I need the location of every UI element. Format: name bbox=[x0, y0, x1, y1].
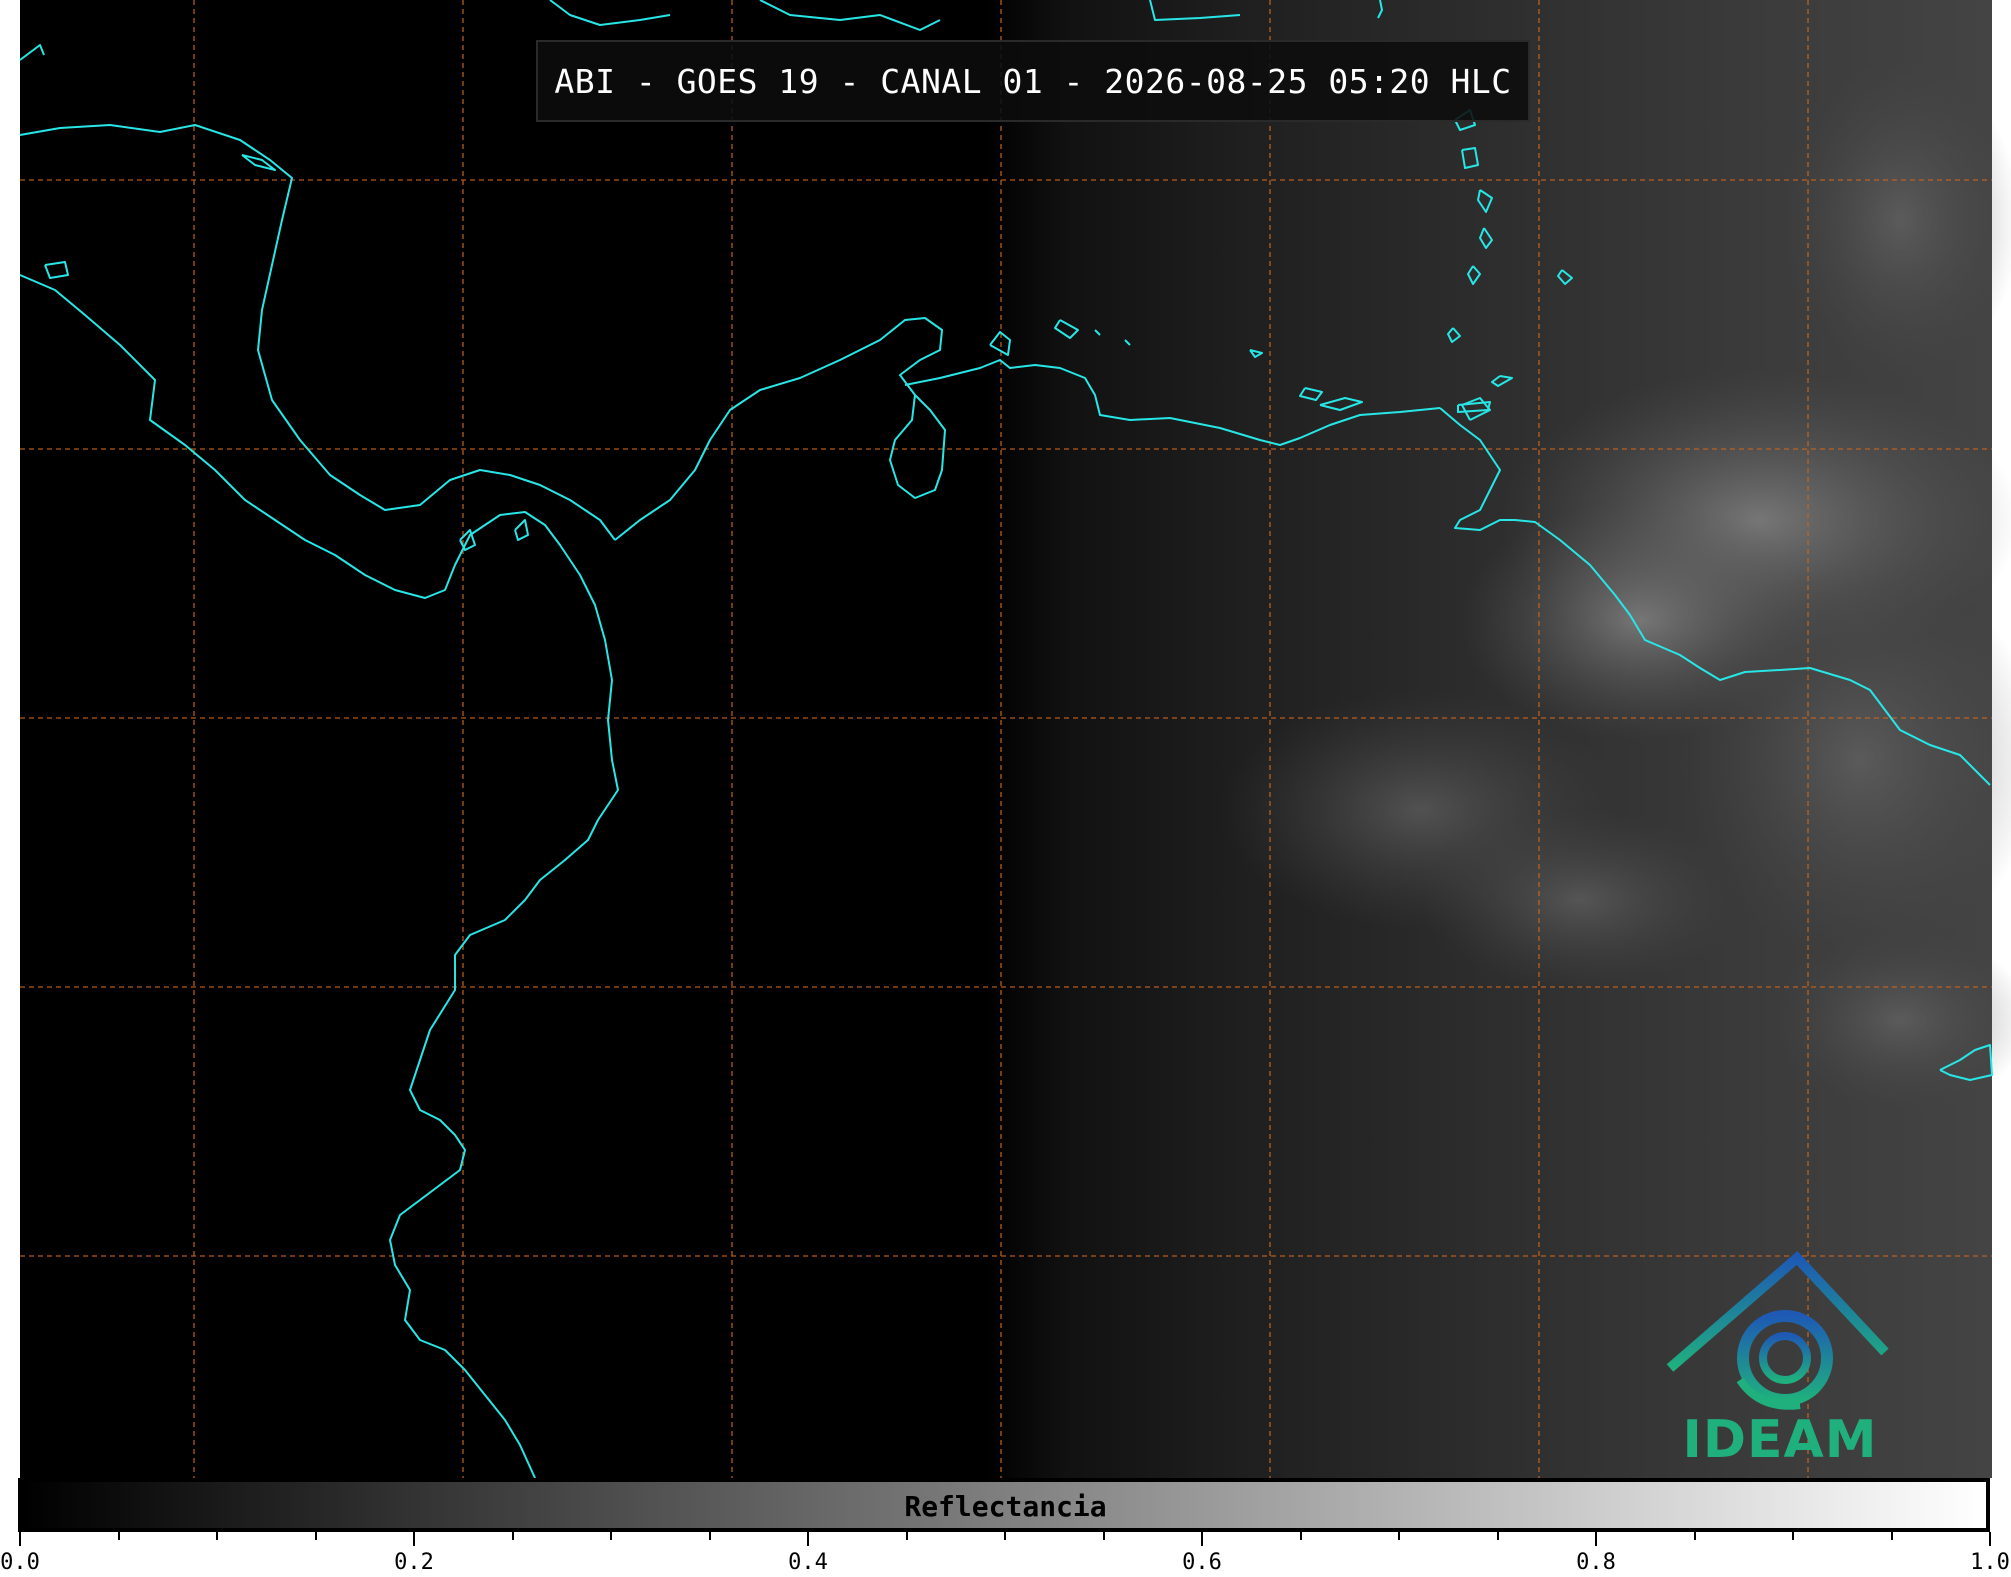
colorbar-tick bbox=[1004, 1532, 1006, 1540]
colorbar-tick bbox=[511, 1532, 514, 1540]
colorbar-tick bbox=[807, 1532, 809, 1546]
colorbar-tick bbox=[1398, 1532, 1400, 1540]
tick-label: 0.8 bbox=[1576, 1550, 1616, 1575]
satellite-map bbox=[19, 0, 2011, 1479]
tick-label: 0.6 bbox=[1182, 1550, 1222, 1575]
colorbar-tick bbox=[1595, 1532, 1597, 1546]
colorbar-tick bbox=[1890, 1532, 1893, 1540]
tick-label: 1.0 bbox=[1970, 1550, 2010, 1575]
colorbar-tick bbox=[216, 1532, 218, 1540]
colorbar-tick bbox=[905, 1532, 908, 1540]
tick-label: 0.2 bbox=[394, 1550, 434, 1575]
map-title-box: ABI - GOES 19 - CANAL 01 - 2026-08-25 05… bbox=[536, 40, 1530, 122]
colorbar-tick bbox=[708, 1532, 711, 1540]
tick-label: 0.4 bbox=[788, 1550, 828, 1575]
colorbar-tick bbox=[1989, 1532, 1991, 1546]
colorbar-tick bbox=[314, 1532, 317, 1540]
colorbar-label: Reflectancia bbox=[904, 1490, 1107, 1523]
colorbar-tick bbox=[413, 1532, 415, 1546]
tick-label: 0.0 bbox=[0, 1550, 40, 1575]
colorbar-tick bbox=[117, 1532, 120, 1540]
map-title: ABI - GOES 19 - CANAL 01 - 2026-08-25 05… bbox=[554, 61, 1512, 101]
colorbar-tick bbox=[1496, 1532, 1499, 1540]
colorbar-tick bbox=[1792, 1532, 1794, 1540]
ideam-logo-text: IDEAM bbox=[1682, 1410, 1878, 1470]
colorbar-tick bbox=[1693, 1532, 1696, 1540]
colorbar-tick bbox=[1299, 1532, 1302, 1540]
colorbar-tick bbox=[19, 1532, 21, 1546]
satellite-map-page: ABI - GOES 19 - CANAL 01 - 2026-08-25 05… bbox=[0, 0, 2011, 1577]
colorbar-tick bbox=[1102, 1532, 1105, 1540]
colorbar-tick bbox=[1201, 1532, 1203, 1546]
colorbar-tick bbox=[610, 1532, 612, 1540]
